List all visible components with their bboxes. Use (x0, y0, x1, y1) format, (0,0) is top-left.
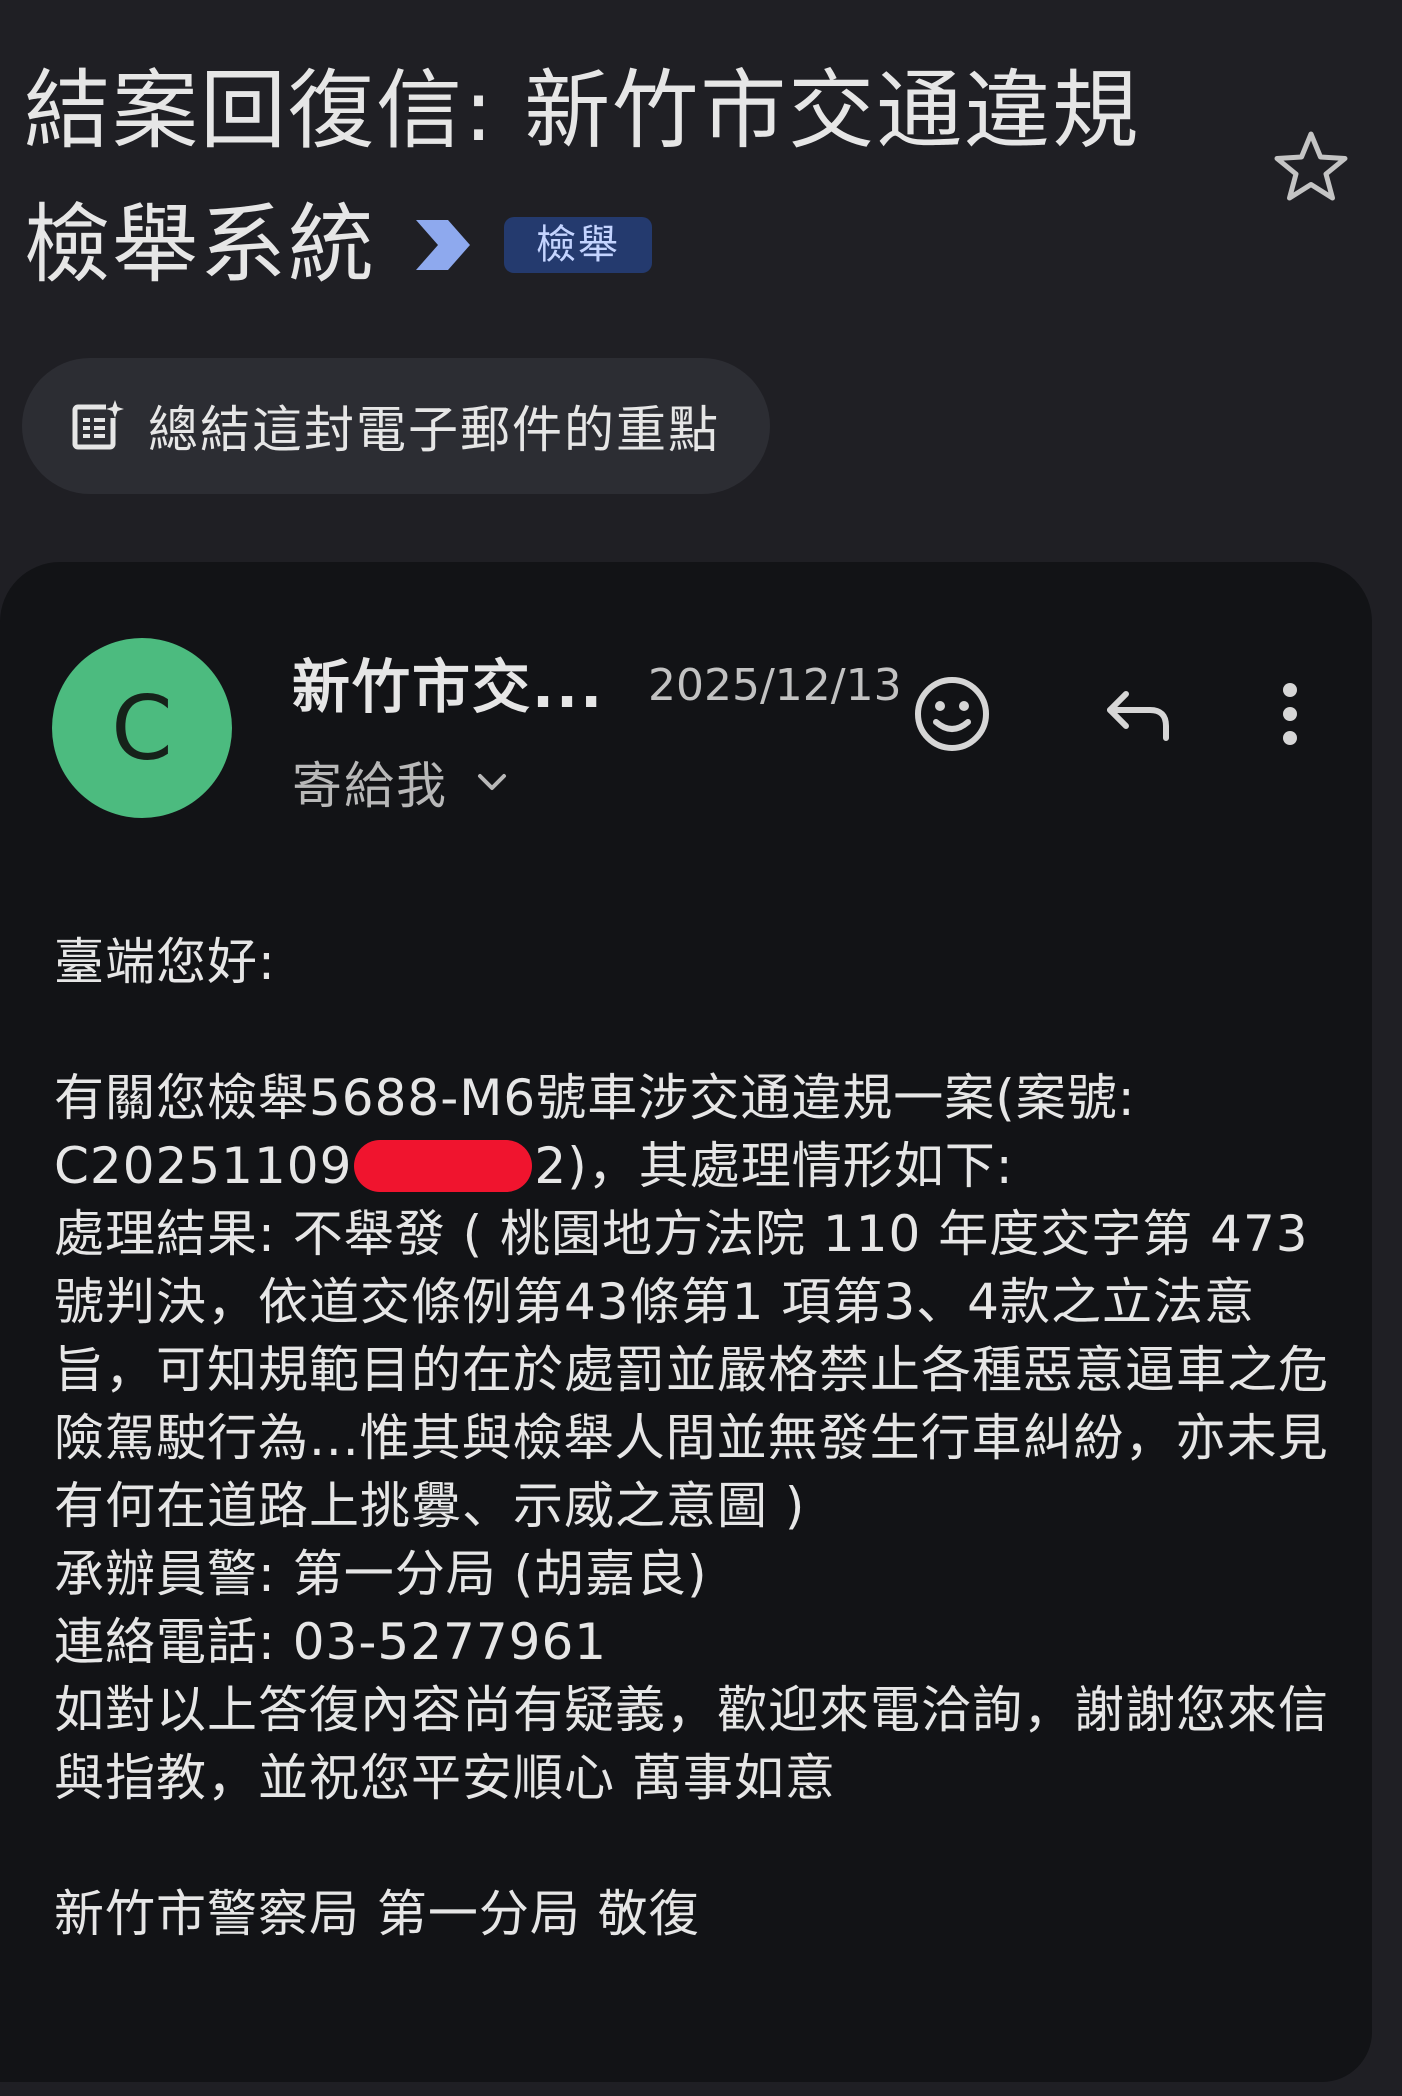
recipient-label: 寄給我 (292, 757, 448, 815)
sender-name[interactable]: 新竹市交... (292, 640, 604, 724)
greeting: 臺端您好: (54, 933, 276, 991)
sender-avatar[interactable]: C (52, 638, 232, 818)
label-chip[interactable]: 檢舉 (504, 216, 652, 273)
chevron-down-icon (478, 774, 506, 790)
sparkle-summary-icon (72, 400, 124, 450)
processing-result: 處理結果: 不舉發 ( 桃園地方法院 110 年度交字第 473 號判決，依道交… (54, 1205, 1329, 1535)
redaction-mark (354, 1139, 533, 1192)
star-icon[interactable] (1272, 128, 1350, 206)
summarize-label: 總結這封電子郵件的重點 (148, 401, 720, 459)
reply-icon[interactable] (1092, 672, 1176, 756)
message-date: 2025/12/13 (648, 660, 902, 711)
case-number-suffix: 2)，其處理情形如下: (534, 1137, 1014, 1195)
recipient-details-toggle[interactable]: 寄給我 (292, 746, 512, 818)
email-subject: 結案回復信: 新竹市交通違規檢舉系統 檢舉 (24, 44, 1224, 312)
summarize-email-button[interactable]: 總結這封電子郵件的重點 (22, 358, 770, 494)
closing-line: 如對以上答復內容尚有疑義，歡迎來電洽詢，謝謝您來信與指教，並祝您平安順心 萬事如… (54, 1681, 1329, 1807)
case-number-line: C20251109 2)，其處理情形如下: (54, 1132, 1344, 1200)
case-line: 有關您檢舉5688-M6號車涉交通違規一案(案號: (54, 1069, 1136, 1127)
email-view: 結案回復信: 新竹市交通違規檢舉系統 檢舉 總結這封電子郵件的重點 C 新竹市交… (0, 0, 1402, 2096)
officer-line: 承辦員警: 第一分局 (胡嘉良) (54, 1545, 708, 1603)
signature-line: 新竹市警察局 第一分局 敬復 (54, 1885, 700, 1943)
case-number-prefix: C20251109 (54, 1137, 353, 1195)
importance-marker-icon[interactable] (412, 218, 474, 272)
phone-line: 連絡電話: 03-5277961 (54, 1613, 608, 1671)
message-body: 臺端您好: 有關您檢舉5688-M6號車涉交通違規一案(案號: C2025110… (54, 928, 1344, 1948)
emoji-reaction-icon[interactable] (910, 672, 994, 756)
more-vertical-icon[interactable] (1248, 672, 1332, 756)
